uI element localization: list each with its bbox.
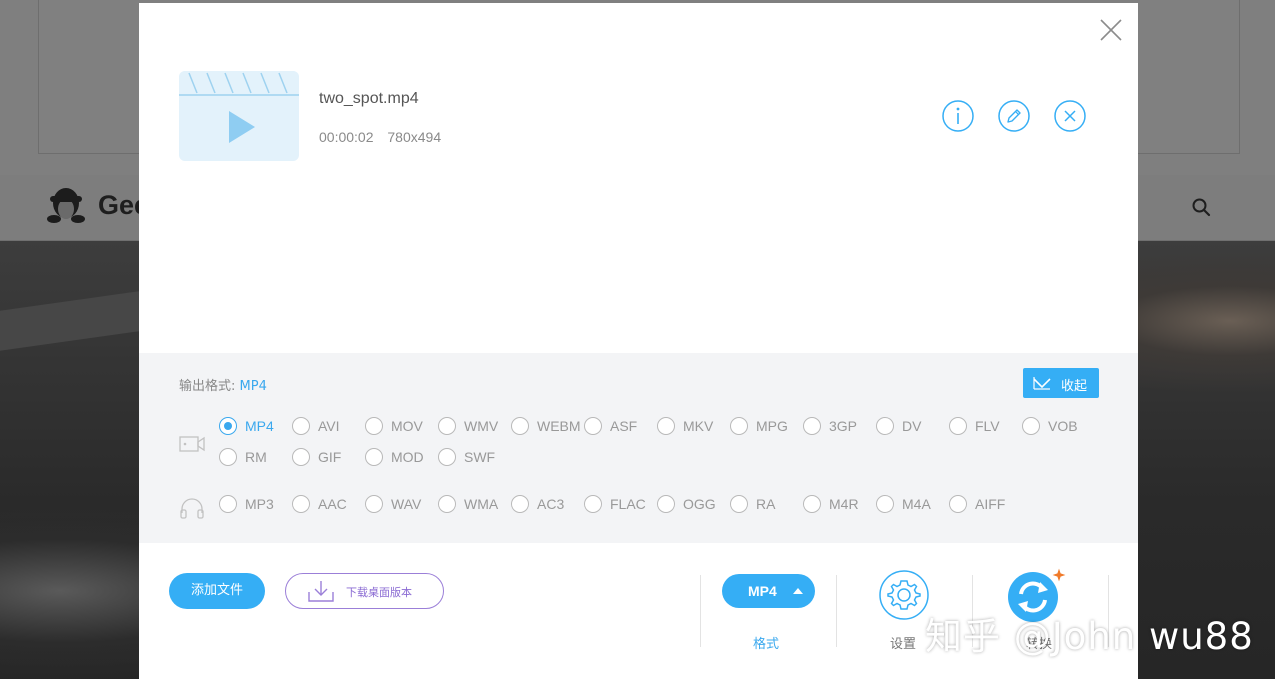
divider <box>700 575 701 647</box>
watermark: 知乎 @John wu88 <box>925 615 1254 658</box>
radio-button[interactable] <box>511 495 529 513</box>
format-label: GIF <box>318 449 342 465</box>
video-thumbnail-icon <box>179 71 299 161</box>
radio-button[interactable] <box>949 495 967 513</box>
format-label: WEBM <box>537 418 581 434</box>
format-label: FLV <box>975 418 1000 434</box>
format-label: MP3 <box>245 496 274 512</box>
format-label: MKV <box>683 418 714 434</box>
format-label: DV <box>902 418 922 434</box>
format-label: 3GP <box>829 418 858 434</box>
download-desktop-button[interactable]: 下载桌面版本 <box>285 573 444 609</box>
radio-button[interactable] <box>949 417 967 435</box>
radio-button[interactable] <box>365 495 383 513</box>
format-label: SWF <box>464 449 496 465</box>
radio-button[interactable] <box>803 495 821 513</box>
format-label: AAC <box>318 496 347 512</box>
divider <box>836 575 837 647</box>
format-label: RA <box>756 496 776 512</box>
radio-button[interactable] <box>219 448 237 466</box>
file-meta: 00:00:02 780x494 <box>319 129 451 145</box>
radio-button[interactable] <box>657 417 675 435</box>
penguin-logo-icon <box>47 188 85 223</box>
radio-button[interactable] <box>292 495 310 513</box>
format-label: MPG <box>756 418 788 434</box>
download-icon <box>308 581 334 602</box>
output-format-value: MP4 <box>239 379 267 394</box>
format-label: VOB <box>1048 418 1078 434</box>
format-label: M4R <box>829 496 859 512</box>
format-label: M4A <box>902 496 931 512</box>
video-camera-icon <box>179 436 205 452</box>
file-duration: 00:00:02 <box>319 129 374 145</box>
format-label: FLAC <box>610 496 646 512</box>
format-label: WMA <box>464 496 499 512</box>
radio-button[interactable] <box>292 448 310 466</box>
radio-button[interactable] <box>584 495 602 513</box>
settings-gear-icon[interactable] <box>878 569 930 621</box>
radio-button[interactable] <box>730 417 748 435</box>
radio-button[interactable] <box>438 448 456 466</box>
search-icon[interactable] <box>1190 196 1212 218</box>
output-format-label: 输出格式: MP4 <box>179 379 267 394</box>
radio-button[interactable] <box>876 417 894 435</box>
headphones-icon <box>180 498 204 519</box>
radio-button[interactable] <box>511 417 529 435</box>
collapse-button[interactable]: 收起 <box>1023 368 1099 398</box>
caret-up-icon <box>793 588 803 594</box>
radio-button[interactable] <box>438 417 456 435</box>
radio-button[interactable] <box>803 417 821 435</box>
format-label: MOV <box>391 418 423 434</box>
format-caption: 格式 <box>753 637 780 652</box>
radio-button[interactable] <box>438 495 456 513</box>
format-panel: 输出格式: MP4 收起 MP4 AVI MOV WMV WEBM ASF MKV MPG 3G… <box>139 353 1138 543</box>
file-resolution: 780x494 <box>387 129 442 145</box>
format-label: AC3 <box>537 496 565 512</box>
remove-file-icon[interactable] <box>1053 99 1087 133</box>
format-label: ASF <box>610 418 638 434</box>
radio-button[interactable] <box>876 495 894 513</box>
radio-button[interactable] <box>292 417 310 435</box>
radio-button[interactable] <box>657 495 675 513</box>
add-file-button[interactable]: 添加文件 <box>169 573 265 609</box>
radio-button[interactable] <box>219 495 237 513</box>
format-label: MOD <box>391 449 424 465</box>
radio-button[interactable] <box>219 417 237 435</box>
radio-button[interactable] <box>1022 417 1040 435</box>
settings-caption: 设置 <box>890 637 917 652</box>
format-label: OGG <box>683 496 716 512</box>
radio-button[interactable] <box>730 495 748 513</box>
format-label: AIFF <box>975 496 1006 512</box>
file-item: two_spot.mp4 00:00:02 780x494 <box>179 71 1099 166</box>
radio-button[interactable] <box>365 448 383 466</box>
format-label: MP4 <box>245 418 274 434</box>
radio-button[interactable] <box>365 417 383 435</box>
format-select[interactable]: MP4 <box>722 574 815 608</box>
format-label: RM <box>245 449 267 465</box>
format-label: AVI <box>318 418 340 434</box>
converter-dialog: two_spot.mp4 00:00:02 780x494 输出格式: MP4 <box>139 3 1138 679</box>
format-label: WAV <box>391 496 422 512</box>
format-label: WMV <box>464 418 499 434</box>
radio-button[interactable] <box>584 417 602 435</box>
file-name: two_spot.mp4 <box>319 90 419 107</box>
edit-icon[interactable] <box>997 99 1031 133</box>
chevron-down-icon <box>1033 377 1051 390</box>
close-dialog-icon[interactable] <box>1097 16 1125 44</box>
info-icon[interactable] <box>941 99 975 133</box>
